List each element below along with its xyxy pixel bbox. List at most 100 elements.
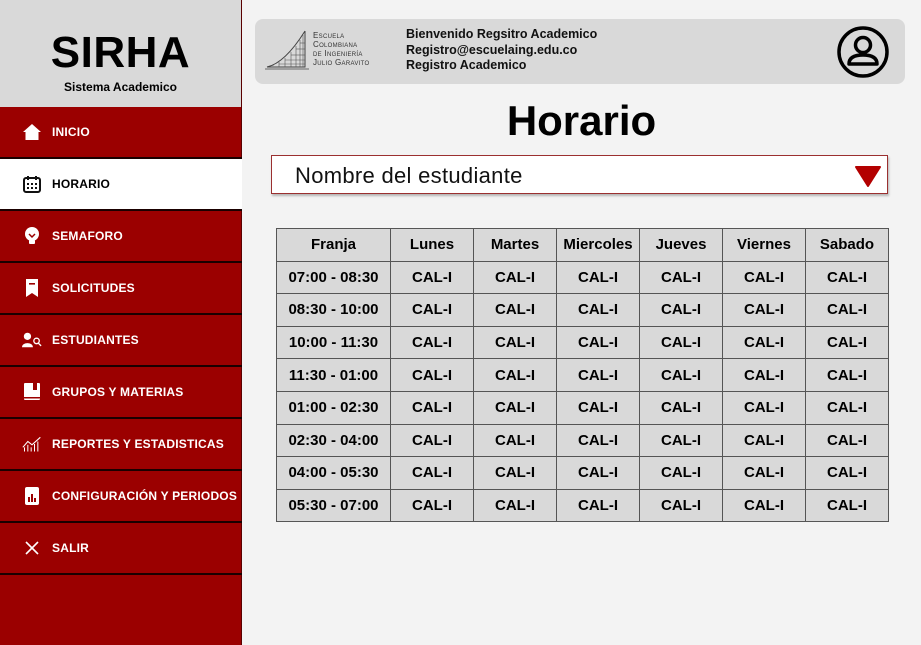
- table-row: 02:30 - 04:00 CAL-I CAL-I CAL-I CAL-I CAL-I CA…: [276, 423, 889, 458]
- table-row: 01:00 - 02:30 CAL-I CAL-I CAL-I CAL-I CAL-I CA…: [276, 390, 889, 425]
- schedule-cell[interactable]: CAL-I: [473, 423, 557, 458]
- schedule-cell[interactable]: CAL-I: [722, 293, 806, 327]
- schedule-cell[interactable]: CAL-I: [390, 456, 474, 490]
- column-header: Sabado: [805, 228, 889, 262]
- book-icon: [22, 382, 42, 402]
- column-header: Viernes: [722, 228, 806, 262]
- schedule-cell[interactable]: CAL-I: [805, 260, 889, 295]
- report-doc-icon: [22, 486, 42, 506]
- lightbulb-icon: [22, 226, 42, 246]
- column-header: Miercoles: [556, 228, 640, 262]
- schedule-cell[interactable]: CAL-I: [805, 456, 889, 490]
- university-logo: Escuela Colombiana de Ingeniería Julio G…: [265, 25, 393, 75]
- time-slot-cell: 05:30 - 07:00: [276, 488, 391, 523]
- sidebar-item-label: INICIO: [52, 125, 90, 139]
- sidebar-item-estudiantes[interactable]: ESTUDIANTES: [0, 315, 242, 367]
- schedule-cell[interactable]: CAL-I: [473, 488, 557, 523]
- page-title: Horario: [506, 97, 657, 144]
- schedule-cell[interactable]: CAL-I: [722, 260, 806, 295]
- schedule-cell[interactable]: CAL-I: [722, 488, 806, 523]
- close-icon: [22, 538, 42, 558]
- chart-icon: [22, 434, 42, 454]
- user-search-icon: [22, 330, 42, 350]
- schedule-cell[interactable]: CAL-I: [390, 358, 474, 392]
- schedule-table: Franja Lunes Martes Miercoles Jueves Vie…: [276, 228, 889, 523]
- schedule-cell[interactable]: CAL-I: [473, 390, 557, 425]
- table-row: 04:00 - 05:30 CAL-I CAL-I CAL-I CAL-I CAL-I CA…: [276, 456, 889, 490]
- table-header-row: Franja Lunes Martes Miercoles Jueves Vie…: [276, 228, 889, 262]
- schedule-cell[interactable]: CAL-I: [556, 260, 640, 295]
- sidebar-item-reportes[interactable]: REPORTES Y ESTADISTICAS: [0, 419, 242, 471]
- schedule-cell[interactable]: CAL-I: [805, 293, 889, 327]
- schedule-cell[interactable]: CAL-I: [639, 325, 723, 360]
- user-avatar-icon[interactable]: [836, 25, 890, 79]
- student-select[interactable]: Nombre del estudiante: [271, 155, 888, 194]
- schedule-cell[interactable]: CAL-I: [722, 456, 806, 490]
- table-row: 05:30 - 07:00 CAL-I CAL-I CAL-I CAL-I CAL-I CA…: [276, 488, 889, 523]
- schedule-cell[interactable]: CAL-I: [639, 293, 723, 327]
- student-select-value: Nombre del estudiante: [295, 163, 523, 188]
- schedule-cell[interactable]: CAL-I: [473, 260, 557, 295]
- sidebar-item-inicio[interactable]: INICIO: [0, 107, 242, 159]
- schedule-cell[interactable]: CAL-I: [473, 325, 557, 360]
- schedule-cell[interactable]: CAL-I: [390, 390, 474, 425]
- dropdown-arrow-icon[interactable]: [854, 164, 882, 188]
- time-slot-cell: 08:30 - 10:00: [276, 293, 391, 327]
- schedule-cell[interactable]: CAL-I: [639, 358, 723, 392]
- schedule-cell[interactable]: CAL-I: [805, 358, 889, 392]
- app-subtitle: Sistema Academico: [64, 80, 177, 94]
- bookmark-icon: [22, 278, 42, 298]
- schedule-cell[interactable]: CAL-I: [722, 325, 806, 360]
- time-slot-cell: 11:30 - 01:00: [276, 358, 391, 392]
- schedule-cell[interactable]: CAL-I: [639, 423, 723, 458]
- schedule-cell[interactable]: CAL-I: [556, 488, 640, 523]
- table-row: 11:30 - 01:00 CAL-I CAL-I CAL-I CAL-I CAL-I CA…: [276, 358, 889, 392]
- schedule-cell[interactable]: CAL-I: [390, 488, 474, 523]
- user-info: Bienvenido Regsitro Academico Registro@e…: [406, 27, 597, 74]
- schedule-cell[interactable]: CAL-I: [639, 456, 723, 490]
- schedule-cell[interactable]: CAL-I: [390, 325, 474, 360]
- column-header: Jueves: [639, 228, 723, 262]
- sidebar-item-salir[interactable]: SALIR: [0, 523, 242, 575]
- schedule-cell[interactable]: CAL-I: [722, 358, 806, 392]
- schedule-cell[interactable]: CAL-I: [722, 390, 806, 425]
- sidebar-item-grupos[interactable]: GRUPOS Y MATERIAS: [0, 367, 242, 419]
- schedule-cell[interactable]: CAL-I: [805, 423, 889, 458]
- time-slot-cell: 10:00 - 11:30: [276, 325, 391, 360]
- schedule-cell[interactable]: CAL-I: [722, 423, 806, 458]
- schedule-cell[interactable]: CAL-I: [390, 293, 474, 327]
- sidebar-item-solicitudes[interactable]: SOLICITUDES: [0, 263, 242, 315]
- sidebar: SIRHA Sistema Academico INICIO HORARIO S…: [0, 0, 242, 645]
- sidebar-item-label: SALIR: [52, 541, 89, 555]
- schedule-cell[interactable]: CAL-I: [556, 456, 640, 490]
- schedule-cell[interactable]: CAL-I: [639, 488, 723, 523]
- calendar-icon: [22, 174, 42, 194]
- time-slot-cell: 04:00 - 05:30: [276, 456, 391, 490]
- sidebar-item-label: GRUPOS Y MATERIAS: [52, 385, 184, 399]
- home-icon: [22, 122, 42, 142]
- schedule-cell[interactable]: CAL-I: [556, 423, 640, 458]
- schedule-cell[interactable]: CAL-I: [805, 325, 889, 360]
- schedule-cell[interactable]: CAL-I: [639, 260, 723, 295]
- column-header: Franja: [276, 228, 391, 262]
- schedule-cell[interactable]: CAL-I: [805, 390, 889, 425]
- logo-text: Escuela Colombiana de Ingeniería Julio G…: [313, 31, 370, 67]
- sidebar-item-configuracion[interactable]: CONFIGURACIÓN Y PERIODOS: [0, 471, 242, 523]
- sidebar-item-horario[interactable]: HORARIO: [0, 159, 242, 211]
- sidebar-item-semaforo[interactable]: SEMAFORO: [0, 211, 242, 263]
- schedule-cell[interactable]: CAL-I: [473, 358, 557, 392]
- schedule-cell[interactable]: CAL-I: [390, 260, 474, 295]
- schedule-cell[interactable]: CAL-I: [556, 293, 640, 327]
- schedule-cell[interactable]: CAL-I: [639, 390, 723, 425]
- user-role: Registro Academico: [406, 58, 527, 72]
- schedule-cell[interactable]: CAL-I: [390, 423, 474, 458]
- schedule-cell[interactable]: CAL-I: [556, 390, 640, 425]
- brand: SIRHA Sistema Academico: [0, 0, 241, 107]
- schedule-cell[interactable]: CAL-I: [805, 488, 889, 523]
- schedule-cell[interactable]: CAL-I: [556, 325, 640, 360]
- schedule-cell[interactable]: CAL-I: [473, 293, 557, 327]
- schedule-cell[interactable]: CAL-I: [556, 358, 640, 392]
- schedule-cell[interactable]: CAL-I: [473, 456, 557, 490]
- sidebar-item-label: SEMAFORO: [52, 229, 123, 243]
- welcome-text: Bienvenido Regsitro Academico: [406, 27, 598, 41]
